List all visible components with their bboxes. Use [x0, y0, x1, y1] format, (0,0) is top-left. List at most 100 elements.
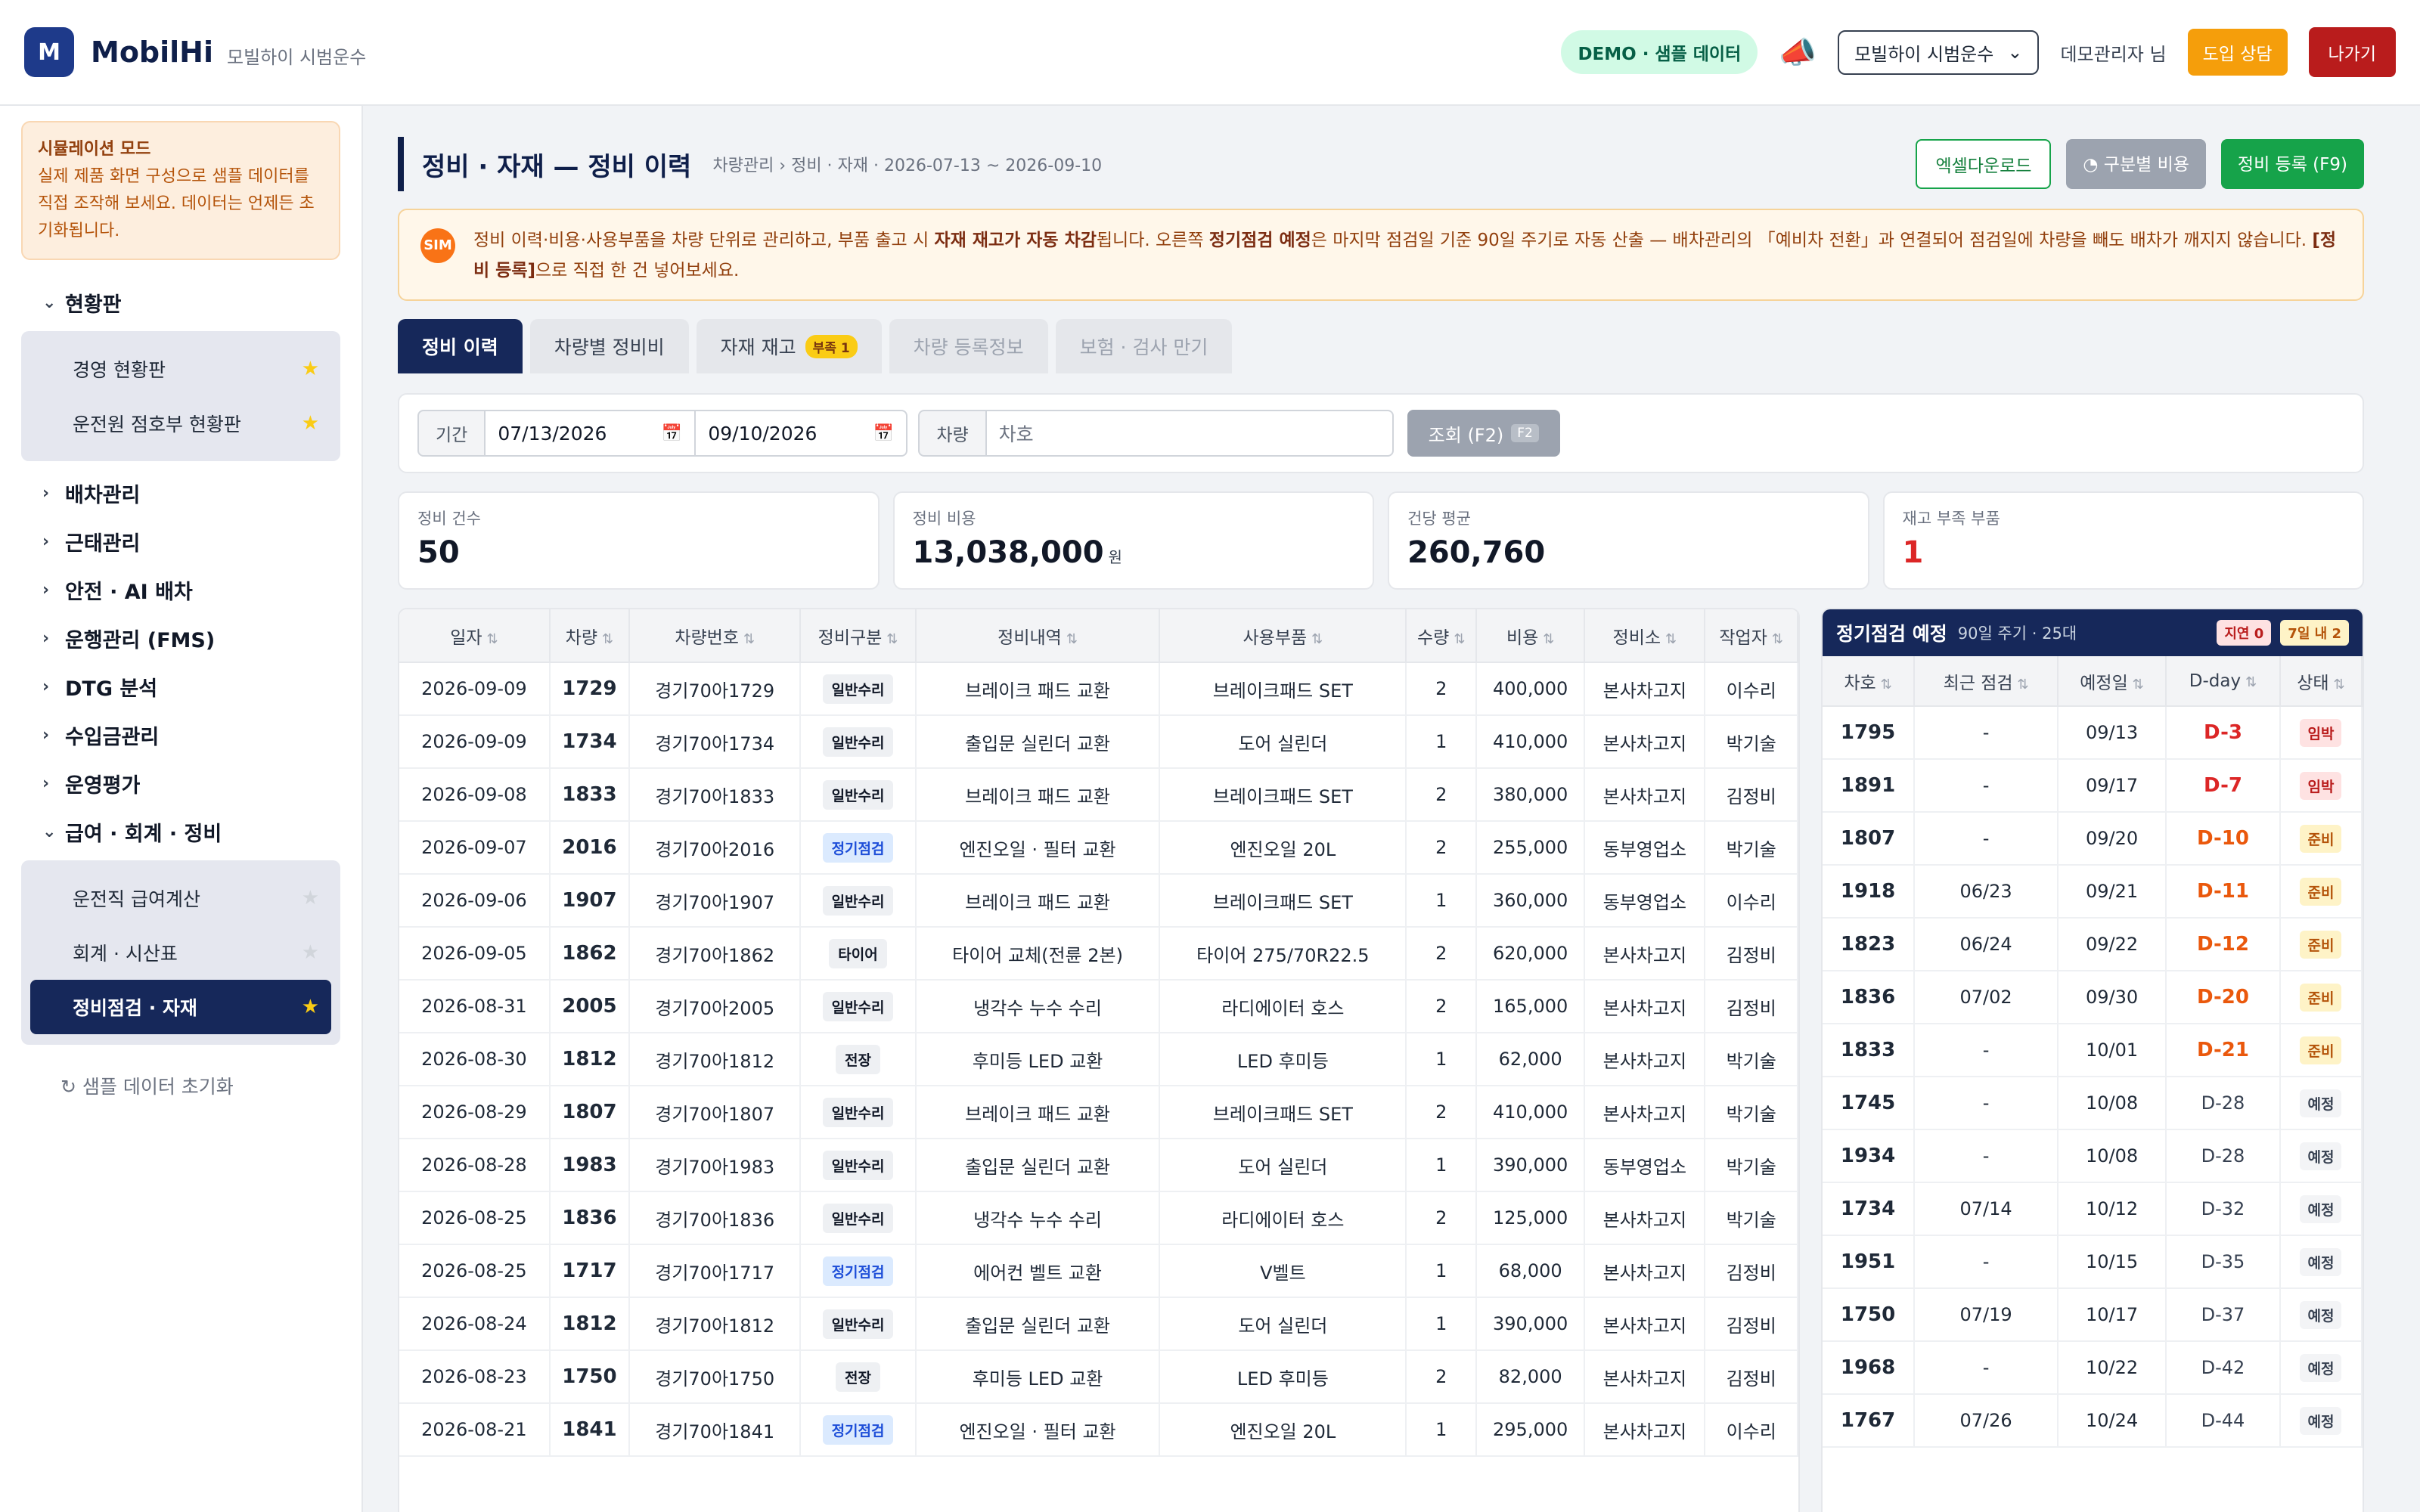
star-icon[interactable]: ★: [302, 996, 319, 1018]
column-header[interactable]: 수량 ⇅: [1406, 609, 1477, 663]
schedule-row[interactable]: 1891-09/17 D-7 임박: [1823, 759, 2363, 813]
company-select[interactable]: 모빌하이 시범운수 ⌄: [1838, 29, 2040, 75]
column-header[interactable]: 정비내역 ⇅: [915, 609, 1161, 663]
sort-icon[interactable]: ⇅: [2018, 677, 2029, 692]
table-row[interactable]: 2026-08-21 1841 경기70아1841 정기점검 엔진오일 · 필터 교환 엔…: [399, 1403, 1798, 1457]
table-row[interactable]: 2026-09-09 1729 경기70아1729 일반수리 브레이크 패드 교환 브레이…: [399, 662, 1798, 716]
sort-icon[interactable]: ⇅: [487, 631, 498, 647]
sidebar-item[interactable]: 운전원 점호부 현황판 ★: [30, 396, 331, 451]
sidebar-item[interactable]: 경영 현황판 ★: [30, 342, 331, 396]
sidebar-group[interactable]: ⌄ 현황판: [21, 278, 340, 327]
date-to-input[interactable]: 09/10/2026 📅: [696, 410, 908, 457]
sort-icon[interactable]: ⇅: [743, 631, 755, 647]
sort-icon[interactable]: ⇅: [1066, 631, 1078, 647]
sidebar-group[interactable]: › 안전 · AI 배차: [21, 565, 340, 614]
sidebar-group[interactable]: › DTG 분석: [21, 662, 340, 711]
sidebar-group[interactable]: ⌄ 급여 · 회계 · 정비: [21, 807, 340, 856]
star-icon[interactable]: ★: [302, 412, 319, 435]
table-row[interactable]: 2026-08-29 1807 경기70아1807 일반수리 브레이크 패드 교환 브레이…: [399, 1086, 1798, 1139]
sort-icon[interactable]: ⇅: [1881, 677, 1892, 692]
sidebar-item[interactable]: 정비점검 · 자재 ★: [30, 980, 331, 1034]
schedule-row[interactable]: 1836 07/02 09/30 D-20 준비: [1823, 971, 2363, 1024]
vehicle-input[interactable]: 차호: [985, 410, 1394, 457]
consult-button[interactable]: 도입 상담: [2187, 29, 2288, 76]
column-header[interactable]: 정비소 ⇅: [1584, 609, 1706, 663]
sort-icon[interactable]: ⇅: [1543, 631, 1554, 647]
star-icon[interactable]: ★: [302, 358, 319, 380]
column-header[interactable]: 차량 ⇅: [549, 609, 631, 663]
sidebar-group-label: 안전 · AI 배차: [65, 580, 193, 604]
sort-icon[interactable]: ⇅: [2245, 674, 2257, 690]
cost-by-type-button[interactable]: ◔ 구분별 비용: [2066, 139, 2206, 189]
column-header[interactable]: 사용부품 ⇅: [1159, 609, 1407, 663]
schedule-row[interactable]: 1823 06/24 09/22 D-12 준비: [1823, 918, 2363, 971]
column-header[interactable]: 차량번호 ⇅: [629, 609, 802, 663]
sidebar-item[interactable]: 운전직 급여계산 ★: [30, 871, 331, 925]
column-header[interactable]: 작업자 ⇅: [1705, 609, 1798, 663]
sort-icon[interactable]: ⇅: [1772, 631, 1783, 647]
table-row[interactable]: 2026-08-23 1750 경기70아1750 전장 후미등 LED 교환 LED 후…: [399, 1350, 1798, 1404]
sort-icon[interactable]: ⇅: [1454, 631, 1465, 647]
tab[interactable]: 차량별 정비비: [529, 319, 689, 373]
sidebar-group[interactable]: › 배차관리: [21, 469, 340, 517]
table-row[interactable]: 2026-08-25 1717 경기70아1717 정기점검 에어컨 벨트 교환 V벨트 1…: [399, 1244, 1798, 1298]
sort-icon[interactable]: ⇅: [2334, 677, 2345, 692]
tab[interactable]: 자재 재고 부족 1: [696, 319, 882, 373]
sort-icon[interactable]: ⇅: [886, 631, 898, 647]
calendar-icon[interactable]: 📅: [662, 424, 682, 443]
megaphone-icon[interactable]: 📣: [1779, 35, 1817, 70]
schedule-row[interactable]: 1807-09/20 D-10 준비: [1823, 812, 2363, 866]
schedule-row[interactable]: 1795-09/13 D-3 임박: [1823, 706, 2363, 760]
column-header[interactable]: 상태 ⇅: [2279, 656, 2363, 707]
schedule-row[interactable]: 1745-10/08 D-28 예정: [1823, 1077, 2363, 1130]
star-icon[interactable]: ★: [302, 941, 319, 964]
schedule-cell: 09/22: [2058, 918, 2167, 971]
column-header[interactable]: 일자 ⇅: [399, 609, 551, 663]
column-header[interactable]: 정비구분 ⇅: [800, 609, 917, 663]
schedule-row[interactable]: 1734 07/14 10/12 D-32 예정: [1823, 1182, 2363, 1236]
schedule-row[interactable]: 1968-10/22 D-42 예정: [1823, 1341, 2363, 1395]
exit-button[interactable]: 나가기: [2308, 27, 2396, 77]
status-badge: 준비: [2300, 983, 2342, 1012]
table-row[interactable]: 2026-09-09 1734 경기70아1734 일반수리 출입문 실린더 교환 도어 …: [399, 715, 1798, 769]
calendar-icon[interactable]: 📅: [873, 424, 894, 443]
schedule-row[interactable]: 1750 07/19 10/17 D-37 예정: [1823, 1288, 2363, 1342]
table-row[interactable]: 2026-08-24 1812 경기70아1812 일반수리 출입문 실린더 교환 도어 …: [399, 1297, 1798, 1351]
search-button[interactable]: 조회 (F2) F2: [1407, 410, 1560, 457]
sidebar-group[interactable]: › 근태관리: [21, 517, 340, 565]
schedule-row[interactable]: 1833-10/01 D-21 준비: [1823, 1024, 2363, 1077]
table-row[interactable]: 2026-08-25 1836 경기70아1836 일반수리 냉각수 누수 수리 라디에이…: [399, 1191, 1798, 1245]
tab[interactable]: 차량 등록정보: [889, 319, 1048, 373]
sidebar-group[interactable]: › 운영평가: [21, 759, 340, 807]
table-row[interactable]: 2026-09-07 2016 경기70아2016 정기점검 엔진오일 · 필터 교환 엔…: [399, 821, 1798, 875]
table-row[interactable]: 2026-08-28 1983 경기70아1983 일반수리 출입문 실린더 교환 도어 …: [399, 1139, 1798, 1192]
sidebar-group[interactable]: › 운행관리 (FMS): [21, 614, 340, 662]
tab[interactable]: 정비 이력: [398, 319, 523, 373]
sidebar-item[interactable]: 회계 · 시산표 ★: [30, 925, 331, 980]
reset-sample-data-button[interactable]: ↻ 샘플 데이터 초기화: [21, 1072, 340, 1099]
column-header[interactable]: 최근 점검 ⇅: [1914, 656, 2059, 707]
table-row[interactable]: 2026-09-06 1907 경기70아1907 일반수리 브레이크 패드 교환 브레이…: [399, 874, 1798, 928]
sort-icon[interactable]: ⇅: [602, 631, 613, 647]
column-header[interactable]: 차호 ⇅: [1823, 656, 1916, 707]
sort-icon[interactable]: ⇅: [1311, 631, 1323, 647]
table-row[interactable]: 2026-09-08 1833 경기70아1833 일반수리 브레이크 패드 교환 브레이…: [399, 768, 1798, 822]
table-row[interactable]: 2026-08-30 1812 경기70아1812 전장 후미등 LED 교환 LED 후…: [399, 1033, 1798, 1086]
column-header[interactable]: 예정일 ⇅: [2058, 656, 2167, 707]
sort-icon[interactable]: ⇅: [1665, 631, 1677, 647]
date-from-input[interactable]: 07/13/2026 📅: [484, 410, 697, 457]
table-row[interactable]: 2026-08-31 2005 경기70아2005 일반수리 냉각수 누수 수리 라디에이…: [399, 980, 1798, 1033]
table-row[interactable]: 2026-09-05 1862 경기70아1862 타이어 타이어 교체(전륜 2본) 타…: [399, 927, 1798, 981]
sidebar-group[interactable]: › 수입금관리: [21, 711, 340, 759]
register-maintenance-button[interactable]: 정비 등록 (F9): [2220, 139, 2364, 189]
schedule-row[interactable]: 1918 06/23 09/21 D-11 준비: [1823, 865, 2363, 919]
schedule-row[interactable]: 1934-10/08 D-28 예정: [1823, 1129, 2363, 1183]
schedule-row[interactable]: 1767 07/26 10/24 D-44 예정: [1823, 1394, 2363, 1448]
column-header[interactable]: 비용 ⇅: [1476, 609, 1586, 663]
tab[interactable]: 보험 · 검사 만기: [1055, 319, 1233, 373]
sort-icon[interactable]: ⇅: [2133, 677, 2144, 692]
excel-download-button[interactable]: 엑셀다운로드: [1916, 139, 2052, 189]
star-icon[interactable]: ★: [302, 887, 319, 909]
column-header[interactable]: D-day ⇅: [2166, 656, 2281, 707]
schedule-row[interactable]: 1951-10/15 D-35 예정: [1823, 1235, 2363, 1289]
